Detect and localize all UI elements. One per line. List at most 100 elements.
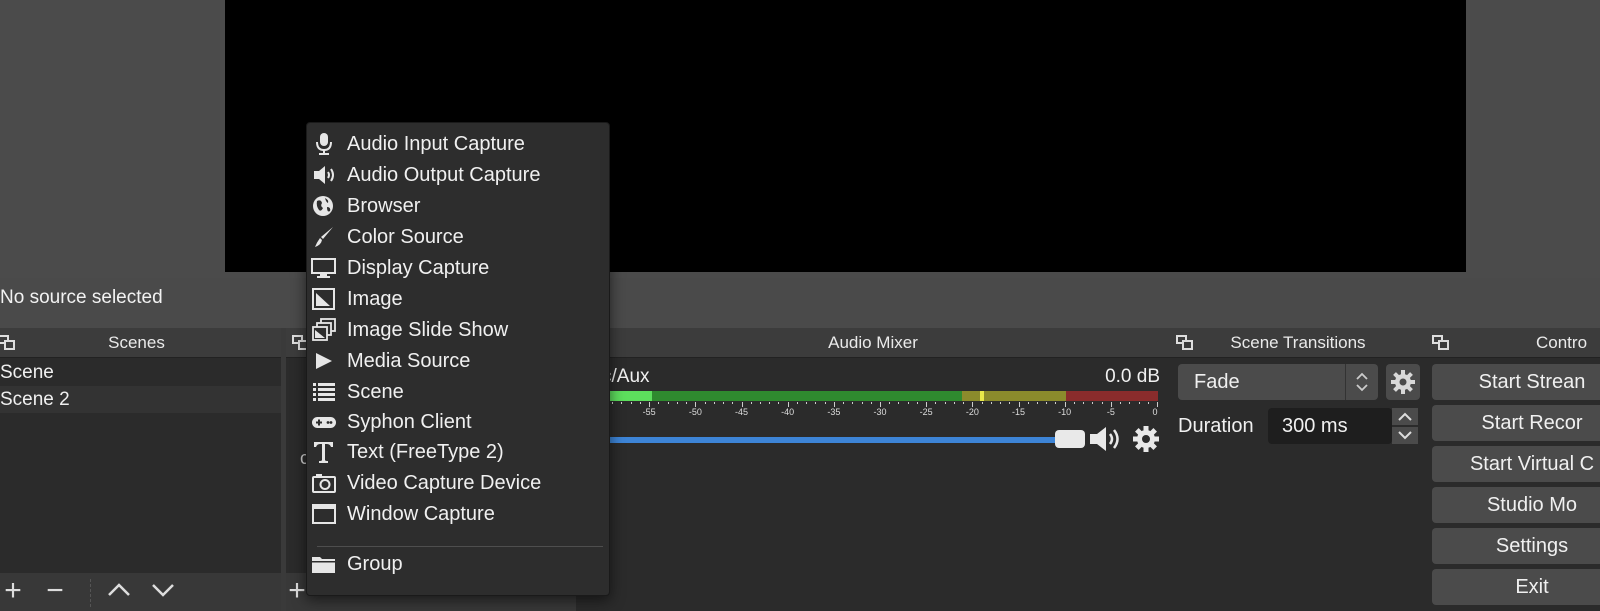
- meter-tick: [815, 402, 817, 404]
- menu-item-group[interactable]: Group: [307, 549, 609, 579]
- meter-tick: [806, 402, 808, 404]
- add-scene-button[interactable]: +: [0, 576, 28, 607]
- meter-tick: [1129, 402, 1131, 404]
- menu-item-display-capture[interactable]: Display Capture: [307, 253, 609, 283]
- meter-tick: [667, 402, 669, 404]
- select-divider: [1345, 364, 1346, 400]
- speaker-icon: [314, 166, 334, 184]
- volume-slider-handle[interactable]: [1055, 430, 1085, 448]
- meter-tick: [1046, 402, 1048, 404]
- studio-mode-button[interactable]: Studio Mo: [1432, 487, 1600, 523]
- meter-tick: [889, 402, 891, 404]
- brush-icon: [315, 227, 333, 247]
- scenes-footer: + −: [0, 573, 281, 611]
- undock-icon[interactable]: [1176, 335, 1194, 351]
- meter-tick: [732, 402, 734, 404]
- meter-peak-marker: [980, 391, 984, 401]
- meter-tick: [1027, 402, 1029, 404]
- menu-item-video-capture-device[interactable]: Video Capture Device: [307, 468, 609, 498]
- gear-icon[interactable]: [1131, 424, 1161, 454]
- duration-decrement-button[interactable]: [1392, 427, 1418, 444]
- meter-tick: [630, 402, 632, 404]
- menu-item-label: Color Source: [347, 226, 464, 248]
- mixer-db-readout: 0.0 dB: [1105, 366, 1160, 387]
- move-scene-down-button[interactable]: [148, 577, 178, 607]
- move-scene-up-button[interactable]: [104, 577, 134, 607]
- menu-item-scene[interactable]: Scene: [307, 377, 609, 407]
- duration-label: Duration: [1178, 415, 1254, 437]
- scenes-dock-title: Scenes: [0, 328, 281, 358]
- slideshow-icon: [312, 318, 336, 341]
- audio-mixer-title: Audio Mixer: [576, 328, 1170, 358]
- meter-tick: [612, 402, 614, 404]
- meter-tick: [1036, 402, 1038, 404]
- menu-item-media-source[interactable]: Media Source: [307, 346, 609, 376]
- menu-item-image-slide-show[interactable]: Image Slide Show: [307, 315, 609, 345]
- meter-tick: [723, 402, 725, 404]
- monitor-icon: [311, 258, 336, 278]
- remove-scene-button[interactable]: −: [40, 576, 70, 607]
- meter-tick-label: -30: [873, 407, 887, 417]
- menu-separator: [317, 546, 603, 547]
- menu-item-image[interactable]: Image: [307, 284, 609, 314]
- menu-item-text-freetype[interactable]: Text (FreeType 2): [307, 437, 609, 467]
- transition-select[interactable]: Fade: [1178, 364, 1378, 400]
- menu-item-color-source[interactable]: Color Source: [307, 222, 609, 252]
- meter-tick: [870, 402, 872, 404]
- meter-tick: [1009, 402, 1011, 404]
- meter-tick: [990, 402, 992, 404]
- chevron-up-icon: [108, 583, 130, 596]
- menu-item-label: Audio Input Capture: [347, 133, 525, 155]
- menu-item-audio-output-capture[interactable]: Audio Output Capture: [307, 160, 609, 190]
- gamepad-icon: [312, 417, 336, 428]
- volume-slider[interactable]: [602, 437, 1058, 443]
- start-streaming-button[interactable]: Start Strean: [1432, 364, 1600, 400]
- meter-tick: [953, 402, 955, 404]
- meter-yellow-segment: [962, 391, 1066, 401]
- speaker-icon[interactable]: [1088, 424, 1124, 454]
- scene-list: Scene Scene 2: [0, 359, 281, 413]
- audio-mixer-dock: Audio Mixer c/Aux 0.0 dB -55 -50 -45 -40 -35…: [576, 328, 1170, 611]
- menu-item-syphon-client[interactable]: Syphon Client: [307, 407, 609, 437]
- menu-item-label: Video Capture Device: [347, 472, 542, 494]
- chevron-down-icon: [152, 584, 174, 597]
- duration-increment-button[interactable]: [1392, 408, 1418, 425]
- controls-title: Contro: [1536, 333, 1588, 352]
- start-virtual-camera-button[interactable]: Start Virtual C: [1432, 446, 1600, 482]
- meter-tick: [1120, 402, 1122, 404]
- undock-icon[interactable]: [0, 335, 16, 351]
- duration-input[interactable]: 300 ms: [1268, 408, 1392, 444]
- list-icon: [313, 383, 335, 401]
- meter-red-segment: [1066, 391, 1158, 401]
- start-recording-button[interactable]: Start Recor: [1432, 405, 1600, 441]
- undock-icon[interactable]: [1432, 335, 1450, 351]
- transition-properties-button[interactable]: [1386, 364, 1420, 400]
- menu-item-browser[interactable]: Browser: [307, 191, 609, 221]
- meter-tick: [759, 402, 761, 404]
- image-icon: [312, 288, 335, 310]
- meter-tick: [713, 402, 715, 404]
- meter-tick: [1101, 402, 1103, 404]
- scenes-dock: Scenes Scene Scene 2 + −: [0, 328, 281, 611]
- chevron-down-icon: [1398, 431, 1412, 440]
- meter-tick: [1055, 402, 1057, 404]
- meter-tick: [639, 402, 641, 404]
- settings-button[interactable]: Settings: [1432, 528, 1600, 564]
- meter-scale: -55 -50 -45 -40 -35 -30 -25 -20 -15 -10 -5 0: [602, 402, 1158, 418]
- meter-tick: [1138, 402, 1140, 404]
- scene-item[interactable]: Scene 2: [0, 386, 281, 413]
- camera-icon: [312, 474, 336, 493]
- menu-item-audio-input-capture[interactable]: Audio Input Capture: [307, 129, 609, 159]
- add-source-context-menu: Audio Input Capture Audio Output Capture…: [306, 122, 610, 596]
- meter-tick: [1083, 402, 1085, 404]
- chevron-up-icon: [1398, 412, 1412, 421]
- scene-item[interactable]: Scene: [0, 359, 281, 386]
- folder-icon: [312, 557, 335, 573]
- gear-icon: [1391, 370, 1415, 394]
- text-icon: [314, 442, 333, 463]
- exit-button[interactable]: Exit: [1432, 569, 1600, 605]
- scenes-title: Scenes: [108, 333, 165, 352]
- controls-dock-title: Contro: [1426, 328, 1600, 358]
- meter-tick: [1092, 402, 1094, 404]
- menu-item-window-capture[interactable]: Window Capture: [307, 499, 609, 529]
